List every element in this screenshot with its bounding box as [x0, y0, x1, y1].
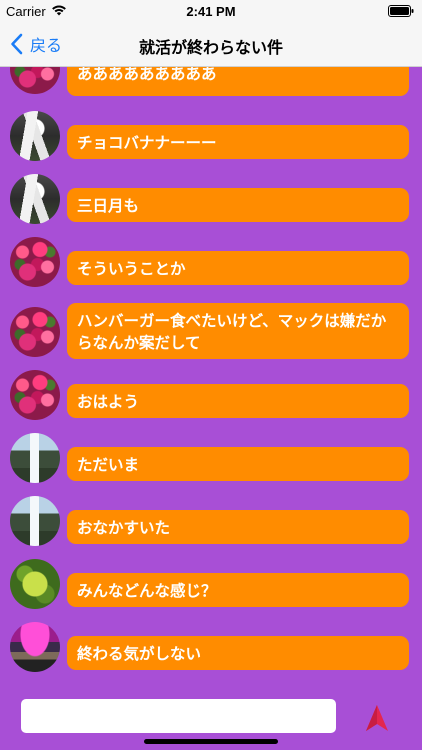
message-bubble: 三日月も — [67, 188, 409, 222]
clock: 2:41 PM — [186, 4, 236, 19]
message-input[interactable] — [21, 699, 336, 733]
avatar — [10, 559, 60, 609]
status-bar: Carrier 2:41 PM — [0, 0, 422, 22]
avatar — [10, 174, 60, 224]
page-title: 就活が終わらない件 — [138, 38, 283, 57]
avatar — [10, 622, 60, 672]
message-list[interactable]: あああああああああ チョコバナナーーー 三日月も そういうことか ハンバーガー食… — [0, 56, 422, 692]
avatar — [10, 307, 60, 357]
message-bubble: おなかすいた — [67, 510, 409, 544]
avatar — [10, 111, 60, 161]
message-bubble: そういうことか — [67, 251, 409, 285]
message-bubble: みんなどんな感じ？ — [67, 573, 409, 607]
navigation-bar: 戻る 就活が終わらない件 — [0, 22, 422, 67]
message-bubble: 終わる気がしない — [67, 636, 409, 670]
avatar — [10, 496, 60, 546]
message-bubble: ただいま — [67, 447, 409, 481]
send-icon[interactable] — [362, 703, 392, 733]
home-indicator — [144, 739, 278, 744]
avatar — [10, 237, 60, 287]
avatar — [10, 370, 60, 420]
message-bubble: チョコバナナーーー — [67, 125, 409, 159]
message-bubble: ハンバーガー食べたいけど、マックは嫌だからなんか案だして — [67, 303, 409, 359]
avatar — [10, 433, 60, 483]
battery-icon — [388, 5, 414, 17]
message-composer — [0, 692, 422, 750]
message-bubble: おはよう — [67, 384, 409, 418]
